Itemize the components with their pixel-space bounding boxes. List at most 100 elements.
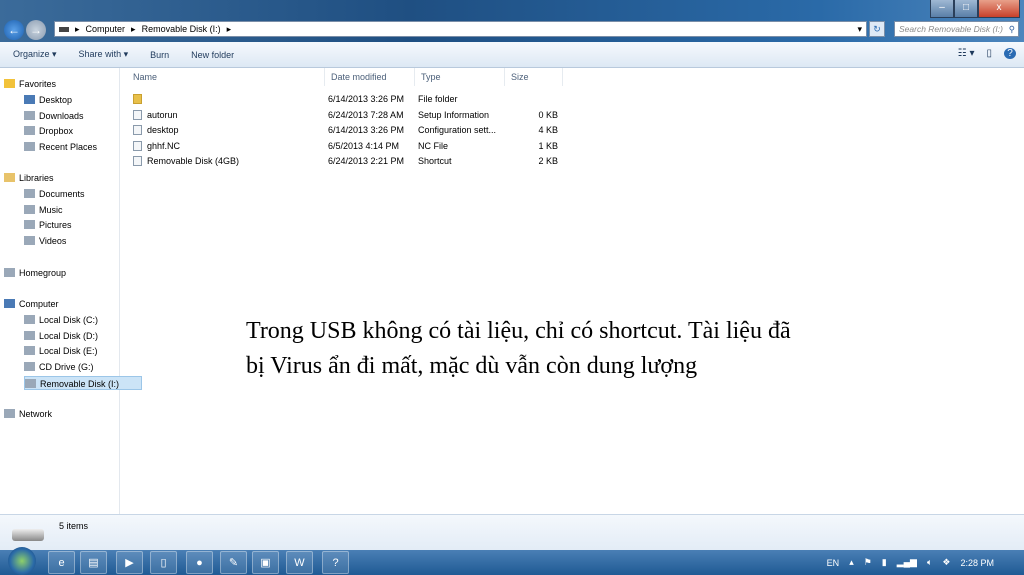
dropbox-tray-icon[interactable]: ❖ xyxy=(942,557,950,568)
settings-file-icon xyxy=(133,125,142,136)
file-type: Configuration sett... xyxy=(418,125,497,136)
command-bar: Organize ▾ Share with ▾ Burn New folder … xyxy=(0,42,1024,68)
sidebar-item[interactable]: Homegroup xyxy=(4,266,66,280)
maximize-button[interactable]: □ xyxy=(954,0,978,18)
sidebar-item-label: Local Disk (C:) xyxy=(39,315,99,325)
file-name: Removable Disk (4GB) xyxy=(147,156,240,167)
breadcrumb-computer[interactable]: Computer xyxy=(86,24,126,34)
file-row[interactable]: autorun 6/24/2013 7:28 AM Setup Informat… xyxy=(121,108,571,123)
column-size[interactable]: Size xyxy=(505,68,563,86)
file-type: Setup Information xyxy=(418,109,490,120)
sidebar-item[interactable]: Favorites xyxy=(4,77,56,91)
views-button[interactable]: ☷ ▾ xyxy=(958,48,975,59)
sidebar-item-label: Local Disk (E:) xyxy=(39,346,98,356)
file-row[interactable]: Removable Disk (4GB) 6/24/2013 2:21 PM S… xyxy=(121,154,571,169)
ie-icon[interactable]: e xyxy=(48,551,75,574)
videos-icon xyxy=(24,236,35,245)
window-icon[interactable]: ▣ xyxy=(252,551,279,574)
start-button[interactable] xyxy=(8,547,36,575)
new-folder-button[interactable]: New folder xyxy=(191,50,234,60)
sidebar-item-label: Documents xyxy=(39,189,85,199)
burn-button[interactable]: Burn xyxy=(150,50,169,60)
sidebar-item-label: Recent Places xyxy=(39,142,98,152)
signal-icon[interactable]: ▂▄▆ xyxy=(897,557,917,568)
settings-file-icon xyxy=(133,109,142,120)
clock[interactable]: 2:28 PM xyxy=(960,558,994,568)
sidebar-item[interactable]: Videos xyxy=(24,234,66,248)
sidebar-item[interactable]: Downloads xyxy=(24,109,84,123)
sidebar-item[interactable]: Recent Places xyxy=(24,140,97,154)
column-date-modified[interactable]: Date modified xyxy=(325,68,415,86)
sidebar-item-label: Pictures xyxy=(39,220,72,230)
address-dropdown[interactable]: ▾ xyxy=(857,24,862,35)
column-name[interactable]: Name xyxy=(127,68,325,86)
help-button[interactable]: ? xyxy=(1004,48,1016,59)
sidebar-item[interactable]: Desktop xyxy=(24,93,72,107)
sidebar-item-label: Music xyxy=(39,205,63,215)
sidebar-item[interactable]: Libraries xyxy=(4,171,54,185)
file-date: 6/24/2013 2:21 PM xyxy=(328,156,405,167)
minimize-button[interactable]: – xyxy=(930,0,954,18)
file-size: 2 KB xyxy=(538,156,558,167)
flag-icon[interactable]: ⚑ xyxy=(864,557,872,568)
file-size: 0 KB xyxy=(538,109,558,120)
sidebar-item[interactable]: Local Disk (C:) xyxy=(24,313,98,327)
search-icon: ⚲ xyxy=(1008,24,1015,34)
taskbar: e ▤ ▶ ▯ ● ✎ ▣ W? EN ▴ ⚑ ▮ ▂▄▆ 🔈︎ ❖ 2:28 PM xyxy=(0,547,1024,575)
power-icon[interactable]: ▮ xyxy=(882,557,887,568)
share-with-button[interactable]: Share with ▾ xyxy=(79,49,129,60)
sidebar-item-label: CD Drive (G:) xyxy=(39,362,94,372)
disk-icon xyxy=(24,331,35,340)
help-icon[interactable]: ? xyxy=(322,551,349,574)
sidebar-item[interactable]: Network xyxy=(4,407,52,421)
forward-button[interactable]: → xyxy=(26,20,46,40)
sidebar-item[interactable]: Documents xyxy=(24,187,85,201)
sidebar-item[interactable]: Local Disk (D:) xyxy=(24,329,98,343)
close-button[interactable]: x xyxy=(978,0,1020,18)
shortcut-icon xyxy=(133,156,142,167)
computer-icon xyxy=(4,299,15,308)
address-bar[interactable]: ▸ Computer ▸ Removable Disk (I:) ▸ ▾ xyxy=(54,21,867,37)
sidebar-item-label: Desktop xyxy=(39,95,73,105)
sidebar-item[interactable]: CD Drive (G:) xyxy=(24,360,94,374)
recent-places-icon xyxy=(24,142,35,151)
sidebar-item-label: Network xyxy=(19,409,53,419)
volume-icon[interactable]: 🔈︎ xyxy=(927,557,932,568)
sidebar-item[interactable]: Dropbox xyxy=(24,124,73,138)
explorer-icon[interactable]: ▤ xyxy=(80,551,107,574)
media-player-icon[interactable]: ▶ xyxy=(116,551,143,574)
libraries-icon xyxy=(4,173,15,182)
firefox-icon[interactable]: ● xyxy=(186,551,213,574)
sidebar-item[interactable]: Pictures xyxy=(24,218,72,232)
column-type[interactable]: Type xyxy=(415,68,505,86)
notepad-icon[interactable]: ▯ xyxy=(150,551,177,574)
drive-icon xyxy=(59,26,69,32)
search-input[interactable]: Search Removable Disk (I:) ⚲ xyxy=(894,21,1019,37)
preview-pane-button[interactable]: ▯ xyxy=(986,48,992,59)
file-name: ghhf.NC xyxy=(147,140,181,151)
pictures-icon xyxy=(24,220,35,229)
file-row[interactable]: ghhf.NC 6/5/2013 4:14 PM NC File 1 KB xyxy=(121,139,571,154)
desktop-icon xyxy=(24,95,35,104)
back-button[interactable]: ← xyxy=(4,20,24,40)
sidebar-item[interactable]: Computer xyxy=(4,297,59,311)
network-icon xyxy=(4,409,15,418)
disk-icon xyxy=(24,346,35,355)
sidebar-item[interactable]: Local Disk (E:) xyxy=(24,344,98,358)
file-row[interactable]: 6/14/2013 3:26 PM File folder xyxy=(121,92,571,107)
refresh-button[interactable]: ↻ xyxy=(869,21,885,37)
sidebar-item[interactable]: Music xyxy=(24,203,63,217)
show-hidden-icons[interactable]: ▴ xyxy=(849,557,854,568)
item-count: 5 items xyxy=(59,521,89,531)
organize-button[interactable]: Organize ▾ xyxy=(13,49,57,60)
documents-icon xyxy=(24,189,35,198)
usb-drive-icon xyxy=(12,529,44,541)
sidebar-item-label: Homegroup xyxy=(19,268,67,278)
word-icon[interactable]: W xyxy=(286,551,313,574)
disk-icon xyxy=(24,315,35,324)
language-indicator[interactable]: EN xyxy=(827,558,840,568)
file-row[interactable]: desktop 6/14/2013 3:26 PM Configuration … xyxy=(121,123,571,138)
paint-icon[interactable]: ✎ xyxy=(220,551,247,574)
cd-icon xyxy=(24,362,35,371)
breadcrumb-removable-disk[interactable]: Removable Disk (I:) xyxy=(142,24,221,34)
